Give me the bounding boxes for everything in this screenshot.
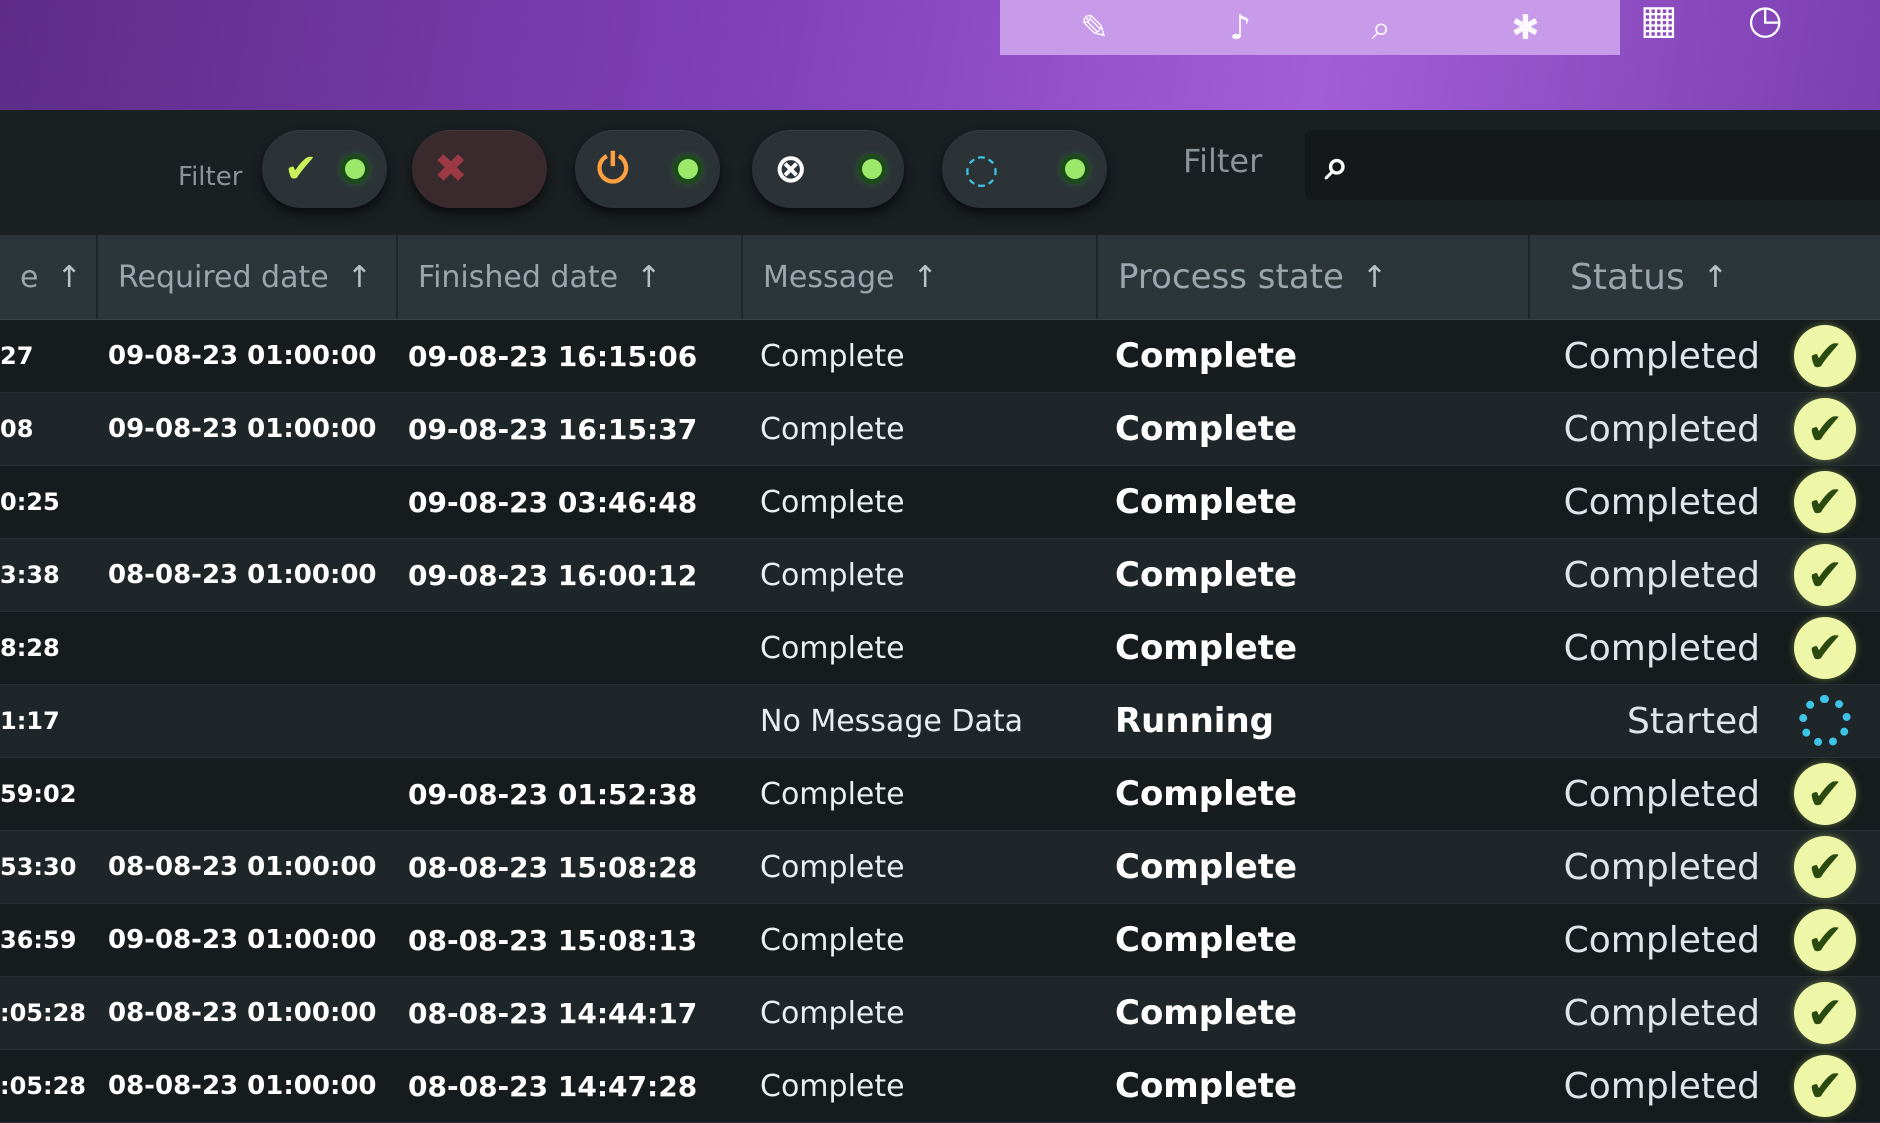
column-header-required-date[interactable]: Required date ↑	[96, 235, 396, 319]
check-icon: ✔	[1794, 763, 1856, 825]
zoom-icon[interactable]: ⌕	[1372, 11, 1391, 45]
search-box: ⌕	[1305, 130, 1880, 200]
sort-arrow-icon: ↑	[912, 259, 938, 295]
filter-label: Filter	[178, 162, 243, 192]
table-row[interactable]: 0:25 09-08-23 03:46:48 Complete Complete…	[0, 466, 1880, 539]
sort-arrow-icon: ↑	[1702, 259, 1728, 295]
grid-icon[interactable]: ▦	[1640, 0, 1678, 40]
search-icon[interactable]: ⌕	[1325, 140, 1349, 190]
top-toolbar: ✎ ♪ ⌕ ✱	[1000, 0, 1620, 55]
spinner-icon: ◌	[964, 146, 999, 192]
sort-arrow-icon: ↑	[56, 259, 82, 295]
sort-arrow-icon: ↑	[636, 259, 662, 295]
check-icon: ✔	[284, 146, 318, 192]
check-icon: ✔	[1794, 1055, 1856, 1117]
table-row[interactable]: 53:30 08-08-23 01:00:00 08-08-23 15:08:2…	[0, 831, 1880, 904]
check-icon: ✔	[1794, 617, 1856, 679]
column-header-process-state[interactable]: Process state ↑	[1096, 235, 1528, 319]
sort-arrow-icon: ↑	[346, 259, 372, 295]
error-icon: ✖	[434, 146, 468, 192]
check-icon: ✔	[1794, 982, 1856, 1044]
star-icon[interactable]: ✱	[1511, 11, 1540, 45]
check-icon: ✔	[1794, 471, 1856, 533]
check-icon: ✔	[1794, 836, 1856, 898]
column-header-first[interactable]: e ↑	[0, 235, 96, 319]
filter-running-button[interactable]: ◌	[942, 130, 1107, 208]
table-body: 27 09-08-23 01:00:00 09-08-23 16:15:06 C…	[0, 320, 1880, 1123]
power-icon: ⏻	[597, 146, 629, 192]
indicator-dot	[1065, 159, 1085, 179]
cancel-icon: ⊗	[774, 146, 808, 192]
table-row[interactable]: :05:28 08-08-23 01:00:00 08-08-23 14:47:…	[0, 1050, 1880, 1123]
table-row[interactable]: 3:38 08-08-23 01:00:00 09-08-23 16:00:12…	[0, 539, 1880, 612]
jobs-table: e ↑ Required date ↑ Finished date ↑ Message…	[0, 235, 1880, 1123]
top-right-icons: ▦ ◷	[1640, 0, 1783, 40]
filter-completed-button[interactable]: ✔	[262, 130, 387, 208]
check-icon: ✔	[1794, 544, 1856, 606]
table-row[interactable]: 27 09-08-23 01:00:00 09-08-23 16:15:06 C…	[0, 320, 1880, 393]
filter-cancelled-button[interactable]: ⊗	[752, 130, 904, 208]
search-label: Filter	[1183, 142, 1263, 180]
spinner-icon	[1799, 695, 1851, 747]
check-icon: ✔	[1794, 325, 1856, 387]
column-header-message[interactable]: Message ↑	[741, 235, 1096, 319]
edit-icon[interactable]: ✎	[1080, 11, 1109, 45]
column-header-status[interactable]: Status ↑	[1528, 235, 1880, 319]
top-banner: ✎ ♪ ⌕ ✱ ▦ ◷	[0, 0, 1880, 110]
search-input[interactable]	[1385, 140, 1859, 190]
table-header: e ↑ Required date ↑ Finished date ↑ Message…	[0, 235, 1880, 320]
table-row[interactable]: 36:59 09-08-23 01:00:00 08-08-23 15:08:1…	[0, 904, 1880, 977]
table-row[interactable]: 1:17 No Message Data Running Started	[0, 685, 1880, 758]
clock-icon[interactable]: ◷	[1748, 0, 1783, 40]
table-row[interactable]: :05:28 08-08-23 01:00:00 08-08-23 14:44:…	[0, 977, 1880, 1050]
table-row[interactable]: 08 09-08-23 01:00:00 09-08-23 16:15:37 C…	[0, 393, 1880, 466]
indicator-dot	[678, 159, 698, 179]
filter-toolbar: Filter ✔ ✖ ⏻ ⊗ ◌ Filter ⌕	[0, 112, 1880, 232]
table-row[interactable]: 59:02 09-08-23 01:52:38 Complete Complet…	[0, 758, 1880, 831]
check-icon: ✔	[1794, 909, 1856, 971]
column-header-finished-date[interactable]: Finished date ↑	[396, 235, 741, 319]
indicator-dot	[862, 159, 882, 179]
table-row[interactable]: 8:28 Complete Complete Completed ✔	[0, 612, 1880, 685]
filter-power-button[interactable]: ⏻	[575, 130, 720, 208]
sort-arrow-icon: ↑	[1361, 259, 1388, 295]
check-icon: ✔	[1794, 398, 1856, 460]
filter-failed-button[interactable]: ✖	[412, 130, 547, 208]
speaker-icon[interactable]: ♪	[1229, 11, 1251, 45]
indicator-dot	[345, 159, 365, 179]
